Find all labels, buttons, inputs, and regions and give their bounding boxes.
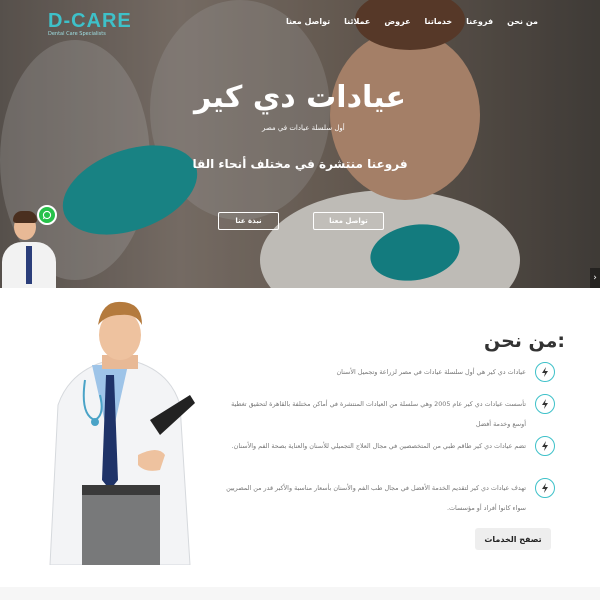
contact-button[interactable]: تواصل معنا (313, 212, 384, 230)
about-button[interactable]: نبذة عنا (218, 212, 279, 230)
hero-branches-text: فروعنا منتشرة في مختلف أنحاء القا (192, 157, 408, 171)
footer-strip (0, 587, 600, 600)
whatsapp-icon[interactable] (37, 205, 57, 225)
bolt-icon (535, 478, 555, 498)
nav-item-about[interactable]: من نحن (507, 17, 538, 26)
brand-name[interactable]: D-CARE (48, 10, 132, 33)
feature-item: عيادات دي كير هي أول سلسلة عيادات في مصر… (220, 362, 555, 382)
nav-item-services[interactable]: خدماتنا (425, 17, 453, 26)
feature-text: تأسست عيادات دي كير عام 2005 وهي سلسلة م… (231, 400, 526, 428)
chevron-right-icon[interactable]: › (590, 268, 600, 288)
nav-item-branches[interactable]: فروعنا (466, 17, 493, 26)
main-nav: من نحن فروعنا خدماتنا عروض عملائنا تواصل… (286, 17, 538, 26)
feature-text: تضم عيادات دي كير طاقم طبي من المتخصصين … (231, 442, 526, 450)
nav-item-contact[interactable]: تواصل معنا (286, 17, 330, 26)
browse-services-button[interactable]: تصفح الخدمات (475, 528, 551, 550)
nav-item-clients[interactable]: عملائنا (344, 17, 370, 26)
hero-subtitle: أول سلسلة عيادات في مصر (262, 124, 345, 132)
feature-item: تأسست عيادات دي كير عام 2005 وهي سلسلة م… (220, 394, 555, 434)
agent-hair (13, 211, 37, 223)
doctor-image (49, 301, 195, 565)
brand-tagline: Dental Care Specialists (48, 31, 106, 37)
bolt-icon (535, 436, 555, 456)
feature-item: تضم عيادات دي كير طاقم طبي من المتخصصين … (220, 436, 555, 456)
feature-item: تهدف عيادات دي كير لتقديم الخدمة الأفضل … (220, 478, 555, 518)
about-title: من نحن: (484, 330, 566, 352)
brand-logo[interactable]: D-CARE Dental Care Specialists (48, 10, 132, 37)
feature-text: عيادات دي كير هي أول سلسلة عيادات في مصر… (336, 368, 526, 376)
feature-text: تهدف عيادات دي كير لتقديم الخدمة الأفضل … (226, 484, 526, 512)
nav-item-offers[interactable]: عروض (384, 17, 410, 26)
agent-tie (26, 246, 32, 284)
hero-slider: D-CARE Dental Care Specialists من نحن فر… (0, 0, 600, 288)
hero-overlay (0, 0, 600, 288)
bolt-icon (535, 394, 555, 414)
hero-title: عيادات دي كير (194, 80, 406, 115)
bolt-icon (535, 362, 555, 382)
